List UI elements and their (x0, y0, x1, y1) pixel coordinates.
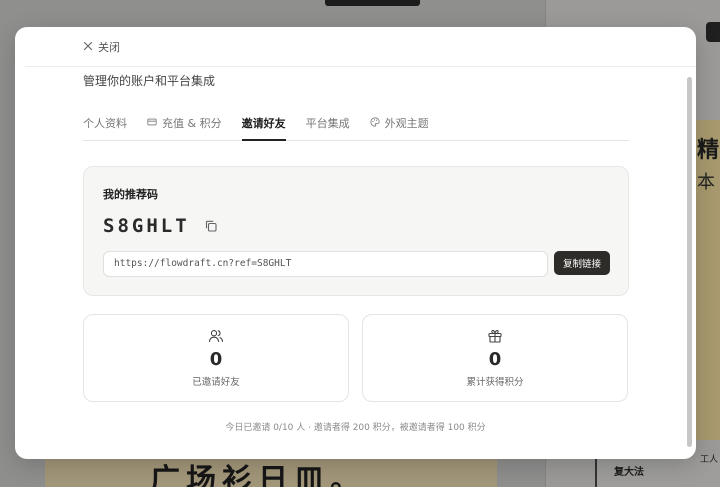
earned-points-card: 0 累计获得积分 (362, 314, 628, 402)
referral-label: 我的推荐码 (103, 188, 158, 201)
copy-link-button[interactable]: 复制链接 (554, 251, 610, 275)
background-card-text: 工人 (700, 455, 719, 465)
tab-label: 外观主题 (384, 117, 429, 130)
invite-rules-note: 今日已邀请 0/10 人 · 邀请者得 200 积分，被邀请者得 100 积分 (225, 423, 486, 433)
modal-subtitle: 管理你的账户和平台集成 (83, 74, 216, 88)
background-card-accent (595, 458, 597, 487)
settings-modal: 关闭 管理你的账户和平台集成 个人资料 充值 & 积分 邀请好友 平台集成 外观… (15, 27, 696, 459)
card-icon (147, 117, 157, 130)
close-icon (83, 41, 93, 54)
modal-scrollbar[interactable] (687, 77, 692, 447)
settings-tabs: 个人资料 充值 & 积分 邀请好友 平台集成 外观主题 (83, 106, 629, 141)
palette-icon (370, 116, 380, 130)
referral-link-field[interactable]: https://flowdraft.cn?ref=S8GHLT (103, 251, 548, 277)
referral-card: 我的推荐码 S8GHLT https://flowdraft.cn?ref=S8… (83, 166, 629, 296)
users-icon (208, 328, 224, 344)
earned-points-count: 0 (488, 349, 502, 370)
tab-label: 平台集成 (305, 117, 350, 130)
gift-icon (487, 328, 503, 344)
tab-label: 个人资料 (83, 117, 127, 130)
background-top-bar (325, 0, 420, 6)
referral-code-row: S8GHLT (103, 215, 218, 237)
referral-code: S8GHLT (103, 215, 190, 237)
close-button[interactable]: 关闭 (83, 39, 120, 55)
tab-profile[interactable]: 个人资料 (83, 106, 127, 140)
background-poster-title: 精 (697, 137, 720, 163)
background-bottom-text: 广场衫日皿。 (150, 463, 366, 487)
invited-friends-card: 0 已邀请好友 (83, 314, 349, 402)
tab-invite[interactable]: 邀请好友 (241, 106, 286, 141)
invited-friends-label: 已邀请好友 (192, 377, 240, 388)
earned-points-label: 累计获得积分 (466, 377, 524, 388)
background-card-title: 复大法 (614, 467, 644, 478)
close-label: 关闭 (98, 41, 120, 54)
tab-label: 充值 & 积分 (162, 117, 222, 130)
background-badge (706, 22, 720, 42)
header-divider (25, 66, 696, 67)
copy-code-icon[interactable] (204, 219, 218, 233)
tab-recharge[interactable]: 充值 & 积分 (147, 106, 222, 140)
modal-content: 关闭 管理你的账户和平台集成 个人资料 充值 & 积分 邀请好友 平台集成 外观… (15, 27, 696, 459)
tab-label: 邀请好友 (241, 117, 286, 130)
background-poster-subtitle: 本 5 (697, 172, 720, 193)
tab-integrations[interactable]: 平台集成 (306, 106, 350, 140)
invited-friends-count: 0 (209, 349, 223, 370)
tab-appearance[interactable]: 外观主题 (370, 106, 429, 140)
